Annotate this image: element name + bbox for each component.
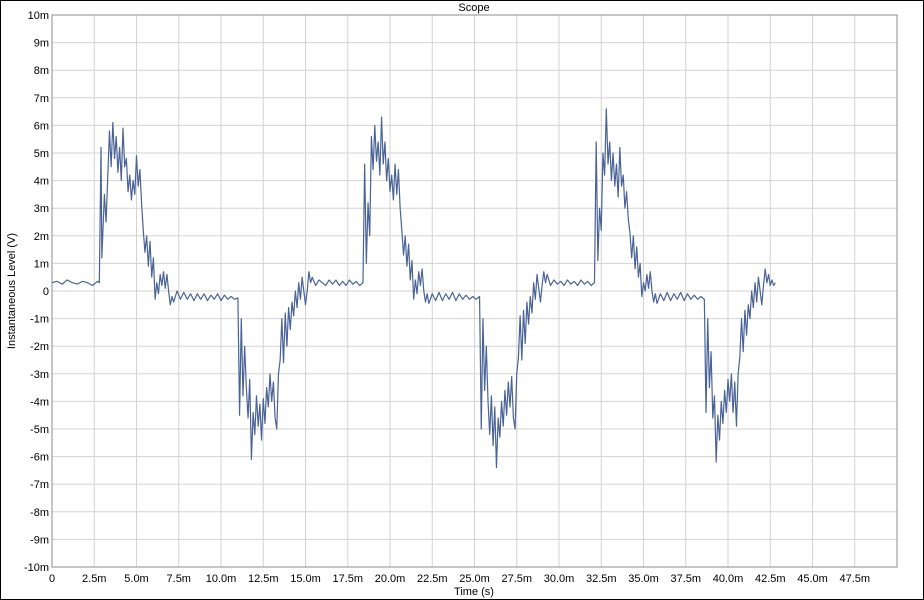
- x-tick-label: 47.5m: [839, 573, 870, 585]
- y-tick-label: -9m: [30, 534, 49, 546]
- grid: [51, 14, 897, 568]
- y-tick-label: 7m: [34, 93, 49, 105]
- x-tick-label: 17.5m: [332, 573, 363, 585]
- x-tick-label: 27.5m: [501, 573, 532, 585]
- x-tick-label: 37.5m: [670, 573, 701, 585]
- x-axis-title: Time (s): [454, 586, 494, 598]
- x-tick-label: 32.5m: [586, 573, 617, 585]
- y-tick-label: 9m: [34, 38, 49, 50]
- y-tick-label: -5m: [30, 424, 49, 436]
- y-tick-label: 8m: [34, 65, 49, 77]
- series-layer: [51, 108, 776, 469]
- y-tick-label: 10m: [28, 10, 49, 22]
- y-tick-label: -2m: [30, 341, 49, 353]
- x-tick-label: 10.0m: [206, 573, 237, 585]
- y-axis-title: Instantaneous Level (V): [6, 233, 18, 349]
- x-tick-label: 2.5m: [82, 573, 106, 585]
- x-tick-label: 40.0m: [713, 573, 744, 585]
- y-tick-label: -7m: [30, 479, 49, 491]
- y-tick-label: 1m: [34, 258, 49, 270]
- x-tick-label: 20.0m: [375, 573, 406, 585]
- x-tick-label: 0: [49, 573, 55, 585]
- x-tick-label: 45.0m: [797, 573, 828, 585]
- y-tick-label: 0: [43, 286, 49, 298]
- tick-labels: 0 2.5m 5.0m 7.5m 10.0m 12.5m 15.0m 17.5m 20.0m 22…: [24, 10, 870, 585]
- x-tick-label: 22.5m: [417, 573, 448, 585]
- y-tick-label: 2m: [34, 231, 49, 243]
- series-line: [51, 108, 776, 469]
- y-tick-label: 4m: [34, 176, 49, 188]
- y-tick-label: -3m: [30, 369, 49, 381]
- y-tick-label: -10m: [24, 562, 49, 574]
- y-tick-label: 6m: [34, 120, 49, 132]
- y-tick-label: 5m: [34, 148, 49, 160]
- x-tick-label: 30.0m: [544, 573, 575, 585]
- scope-chart: Scope Time (s) Instantaneous Level (V) 0…: [6, 2, 898, 598]
- x-tick-label: 7.5m: [167, 573, 191, 585]
- x-tick-label: 42.5m: [755, 573, 786, 585]
- x-tick-label: 5.0m: [124, 573, 148, 585]
- y-tick-label: -1m: [30, 314, 49, 326]
- x-tick-label: 35.0m: [628, 573, 659, 585]
- y-tick-label: -4m: [30, 396, 49, 408]
- x-tick-label: 15.0m: [290, 573, 321, 585]
- chart-title: Scope: [458, 2, 489, 14]
- y-tick-label: -8m: [30, 507, 49, 519]
- x-tick-label: 25.0m: [459, 573, 490, 585]
- x-tick-label: 12.5m: [248, 573, 279, 585]
- y-tick-label: -6m: [30, 452, 49, 464]
- y-tick-label: 3m: [34, 203, 49, 215]
